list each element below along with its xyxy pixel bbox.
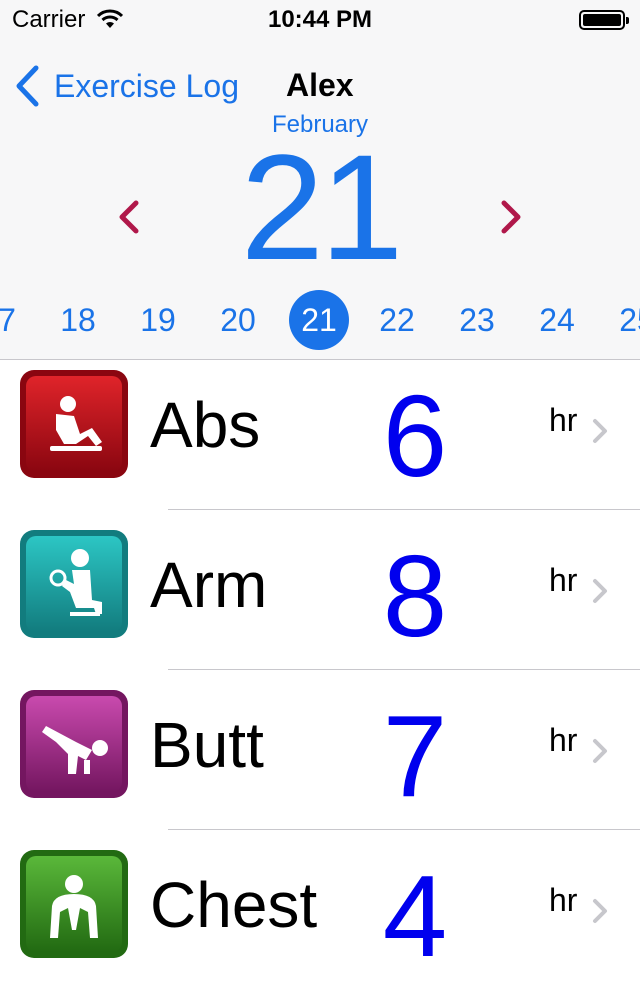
day-25[interactable]: 25 — [607, 290, 640, 350]
day-23[interactable]: 23 — [447, 290, 507, 350]
row-separator — [168, 669, 640, 670]
exercise-row-butt[interactable]: Butt 7 hr — [0, 680, 640, 840]
exercise-name: Abs — [150, 389, 261, 461]
exercise-name: Butt — [150, 709, 264, 781]
day-24[interactable]: 24 — [527, 290, 587, 350]
dumbbell-curl-icon — [20, 530, 128, 638]
back-button[interactable]: Exercise Log — [14, 64, 239, 108]
chevron-right-icon — [593, 579, 607, 603]
chest-press-icon — [20, 850, 128, 958]
chevron-right-icon — [501, 200, 521, 234]
day-21[interactable]: 21 — [289, 290, 349, 350]
chevron-left-icon — [119, 200, 139, 234]
row-separator — [168, 509, 640, 510]
exercise-row-abs[interactable]: Abs 6 hr — [0, 360, 640, 520]
exercise-name: Chest — [150, 869, 318, 941]
exercise-count: 7 — [382, 691, 448, 821]
exercise-unit: hr — [549, 562, 578, 598]
day-strip[interactable]: 718 19 20 21 22 23 24 25 — [0, 290, 640, 350]
situp-icon — [20, 370, 128, 478]
chevron-right-icon — [593, 739, 607, 763]
exercise-row-chest[interactable]: Chest 4 hr — [0, 840, 640, 1000]
leg-lift-icon — [20, 690, 128, 798]
chevron-right-icon — [593, 419, 607, 443]
next-day-button[interactable] — [498, 200, 524, 239]
exercise-unit: hr — [549, 722, 578, 758]
exercise-row-arm[interactable]: Arm 8 hr — [0, 520, 640, 680]
chevron-left-icon — [16, 65, 39, 107]
exercise-unit: hr — [549, 402, 578, 438]
selected-day: 21 — [240, 123, 404, 291]
battery-icon — [579, 10, 629, 30]
chevron-right-icon — [593, 899, 607, 923]
day-22[interactable]: 22 — [367, 290, 427, 350]
exercise-name: Arm — [150, 549, 268, 621]
day-19[interactable]: 19 — [128, 290, 188, 350]
previous-day-button[interactable] — [116, 200, 142, 239]
back-button-label: Exercise Log — [54, 67, 239, 104]
date-header: Carrier 10:44 PM Exercise Log Alex Febru… — [0, 0, 640, 360]
status-time: 10:44 PM — [267, 6, 373, 33]
status-bar: Carrier 10:44 PM — [0, 0, 640, 40]
row-separator — [168, 829, 640, 830]
day-7[interactable]: 7 — [0, 290, 37, 350]
day-20[interactable]: 20 — [208, 290, 268, 350]
day-18[interactable]: 18 — [48, 290, 108, 350]
exercise-count: 6 — [382, 371, 448, 501]
exercise-unit: hr — [549, 882, 578, 918]
page-title: Alex — [286, 67, 354, 103]
exercise-count: 8 — [382, 531, 448, 661]
exercise-count: 4 — [382, 851, 448, 981]
